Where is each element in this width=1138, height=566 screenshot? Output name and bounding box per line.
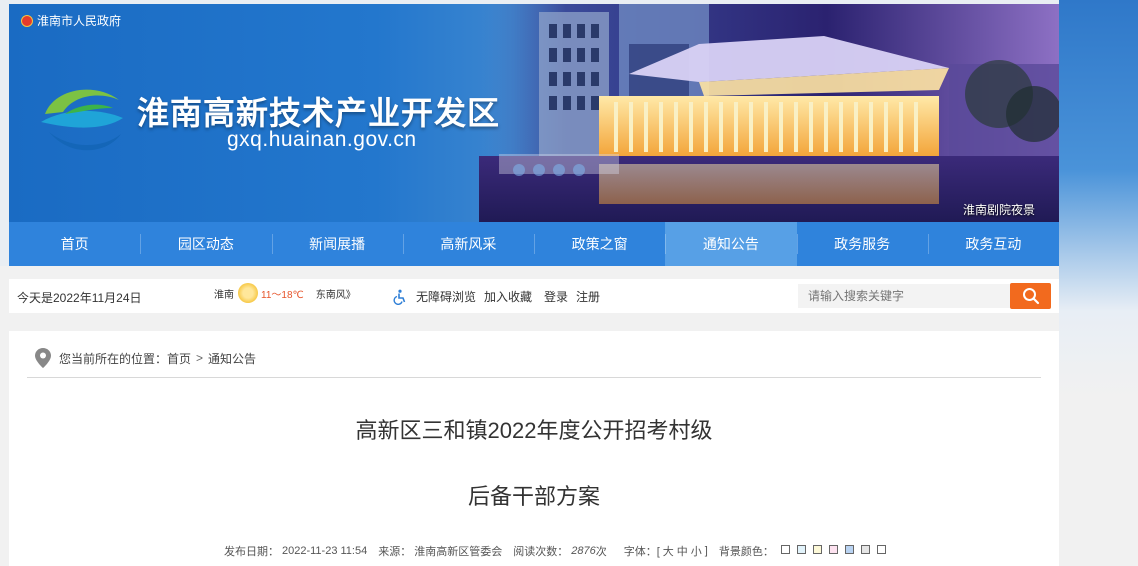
nav-item-park-news[interactable]: 园区动态 [140, 222, 271, 266]
views-label: 阅读次数： [513, 546, 569, 558]
source-label: 来源： [378, 546, 412, 558]
font-small-button[interactable]: 小 [691, 543, 702, 559]
location-pin-icon [35, 348, 51, 368]
weather-widget[interactable]: 淮南 11～18℃ 东南风 》 [214, 283, 356, 303]
source-value: 淮南高新区管委会 [414, 546, 503, 558]
nav-item-home[interactable]: 首页 [9, 222, 140, 266]
font-size-close: ] [704, 545, 708, 557]
wheelchair-icon [393, 289, 406, 305]
bg-color-swatch[interactable] [860, 545, 870, 554]
weather-more-arrow: 》 [345, 289, 356, 301]
font-size-label: 字体：[ [623, 546, 660, 558]
bg-color-swatch[interactable] [876, 545, 886, 554]
bg-color-swatch[interactable] [780, 545, 790, 554]
photo-caption: 淮南剧院夜景 [962, 203, 1035, 217]
nav-item-hightech-style[interactable]: 高新风采 [402, 222, 534, 266]
search-input[interactable] [798, 284, 1010, 308]
search-icon [1022, 288, 1039, 305]
article-meta: 发布日期： 2022-11-23 11:54 来源： 淮南高新区管委会 阅读次数… [224, 543, 892, 559]
site-logo [41, 89, 123, 151]
breadcrumb-separator: > [196, 351, 204, 365]
bg-color-label: 背景颜色： [718, 546, 774, 558]
weather-wind: 东南风 [315, 289, 346, 301]
breadcrumb-home[interactable]: 首页 [167, 350, 191, 367]
page-edge-left [0, 0, 9, 266]
publish-date-label: 发布日期： [224, 546, 279, 558]
weather-city: 淮南 [214, 289, 234, 301]
nav-item-gov-services[interactable]: 政务服务 [796, 222, 928, 266]
info-bar: 今天是2022年11月24日 淮南 11～18℃ 东南风 》 无障碍浏览 加入收… [9, 279, 1059, 313]
breadcrumb-prefix: 您当前所在的位置： [59, 351, 168, 366]
article-container: 您当前所在的位置： 首页 > 通知公告 高新区三和镇2022年度公开招考村级 后… [9, 331, 1059, 566]
views-unit: 次 [595, 546, 607, 558]
main-nav: 首页 园区动态 新闻展播 高新风采 政策之窗 通知公告 政务服务 政务互动 [9, 222, 1059, 266]
weather-temperature: 11～18℃ [261, 289, 304, 301]
bg-color-swatches [777, 545, 889, 557]
register-link[interactable]: 注册 [576, 288, 600, 305]
font-large-button[interactable]: 大 [663, 543, 674, 559]
search-button[interactable] [1010, 283, 1051, 309]
article-title-line2: 后备干部方案 [467, 484, 600, 509]
nav-item-notices[interactable]: 通知公告 [665, 222, 797, 266]
accessibility-links: 无障碍浏览 加入收藏 登录 注册 [392, 288, 600, 305]
bg-color-swatch[interactable] [796, 545, 806, 554]
bg-color-swatch[interactable] [828, 545, 838, 554]
breadcrumb-current[interactable]: 通知公告 [208, 350, 256, 367]
bg-color-swatch[interactable] [812, 545, 822, 554]
font-medium-button[interactable]: 中 [677, 543, 688, 559]
nav-item-policy-window[interactable]: 政策之窗 [534, 222, 665, 266]
theater-night-photo [479, 4, 1059, 222]
current-date: 今天是2022年11月24日 [17, 291, 142, 305]
login-link[interactable]: 登录 [544, 288, 568, 305]
sunny-icon [238, 283, 258, 303]
gov-homepage-link[interactable]: 淮南市人民政府 [21, 12, 121, 29]
accessible-browse-link[interactable]: 无障碍浏览 [416, 288, 476, 305]
page-background-strip [1059, 0, 1138, 566]
article-title-line1: 高新区三和镇2022年度公开招考村级 [355, 418, 713, 443]
site-domain: gxq.huainan.gov.cn [227, 128, 417, 151]
gov-link-label: 淮南市人民政府 [37, 14, 122, 28]
add-favorite-link[interactable]: 加入收藏 [484, 288, 532, 305]
publish-date: 2022-11-23 11:54 [282, 545, 368, 557]
nav-item-gov-interaction[interactable]: 政务互动 [927, 222, 1059, 266]
header-banner: 淮南市人民政府 淮南高新技术产业开发区 gxq.huainan.gov.cn 淮… [9, 4, 1059, 222]
bg-color-swatch[interactable] [844, 545, 854, 554]
nav-item-news-broadcast[interactable]: 新闻展播 [271, 222, 403, 266]
breadcrumb-divider [27, 377, 1041, 378]
views-count: 2876 [571, 545, 596, 557]
breadcrumb: 您当前所在的位置： 首页 > 通知公告 [35, 348, 256, 368]
national-emblem-icon [21, 14, 33, 27]
